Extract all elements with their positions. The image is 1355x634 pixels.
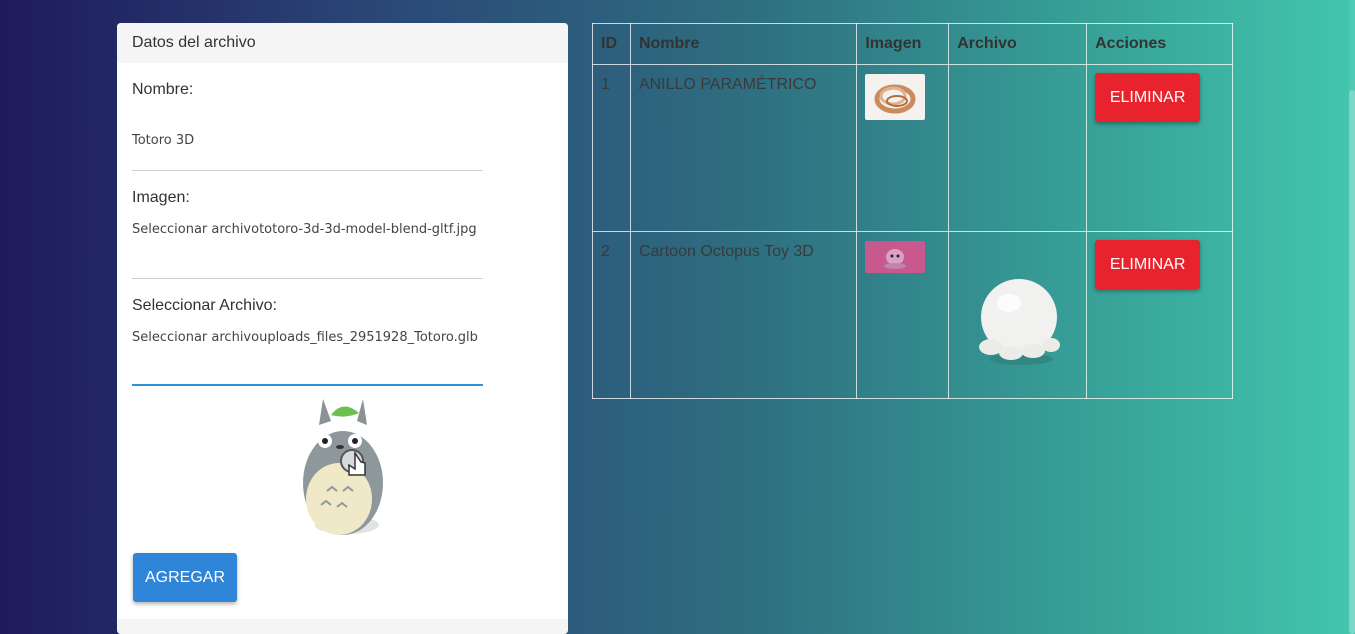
- col-header-acciones: Acciones: [1086, 23, 1233, 65]
- imagen-label: Imagen:: [132, 189, 190, 206]
- octopus-model-preview[interactable]: [977, 277, 1078, 374]
- row-archivo-cell: [948, 231, 1088, 399]
- file-form-card: Datos del archivo Nombre: Totoro 3D Imag…: [117, 23, 568, 634]
- octopus-thumbnail[interactable]: [865, 241, 926, 273]
- row-image-cell: [856, 64, 950, 232]
- row-id: 1: [592, 64, 631, 232]
- archivo-label: Seleccionar Archivo:: [132, 297, 277, 314]
- row-nombre: ANILLO PARAMÉTRICO: [629, 64, 858, 232]
- archivo-file-input[interactable]: Seleccionar archivouploads_files_2951928…: [132, 330, 478, 345]
- imagen-underline: [132, 278, 483, 279]
- archivo-underline: [132, 384, 483, 386]
- row-nombre: Cartoon Octopus Toy 3D: [629, 231, 858, 399]
- row-actions-cell: ELIMINAR: [1086, 231, 1233, 399]
- row-id: 2: [592, 231, 631, 399]
- col-header-id: ID: [592, 23, 631, 65]
- table-row: 2 Cartoon Octopus Toy 3D ELIMINAR: [592, 231, 1233, 399]
- row-image-cell: [856, 231, 950, 399]
- eliminar-button[interactable]: ELIMINAR: [1095, 73, 1201, 122]
- files-table: ID Nombre Imagen Archivo Acciones 1 ANIL…: [592, 23, 1233, 399]
- agregar-button[interactable]: AGREGAR: [133, 553, 237, 602]
- scrollbar-thumb[interactable]: [1349, 90, 1355, 634]
- card-footer: [117, 619, 568, 634]
- nombre-underline: [132, 170, 483, 171]
- col-header-nombre: Nombre: [629, 23, 858, 65]
- model-preview-totoro[interactable]: [297, 395, 387, 540]
- eliminar-button[interactable]: ELIMINAR: [1095, 240, 1201, 289]
- imagen-file-input[interactable]: Seleccionar archivototoro-3d-3d-model-bl…: [132, 222, 477, 237]
- nombre-input[interactable]: Totoro 3D: [132, 133, 194, 148]
- col-header-archivo: Archivo: [948, 23, 1088, 65]
- ring-thumbnail[interactable]: [865, 74, 926, 120]
- row-archivo-empty: [948, 64, 1088, 232]
- table-row: 1 ANILLO PARAMÉTRICO ELIMINAR: [592, 64, 1233, 232]
- col-header-imagen: Imagen: [856, 23, 950, 65]
- table-header-row: ID Nombre Imagen Archivo Acciones: [592, 23, 1233, 65]
- card-header: Datos del archivo: [117, 23, 568, 63]
- row-actions-cell: ELIMINAR: [1086, 64, 1233, 232]
- nombre-label: Nombre:: [132, 81, 194, 98]
